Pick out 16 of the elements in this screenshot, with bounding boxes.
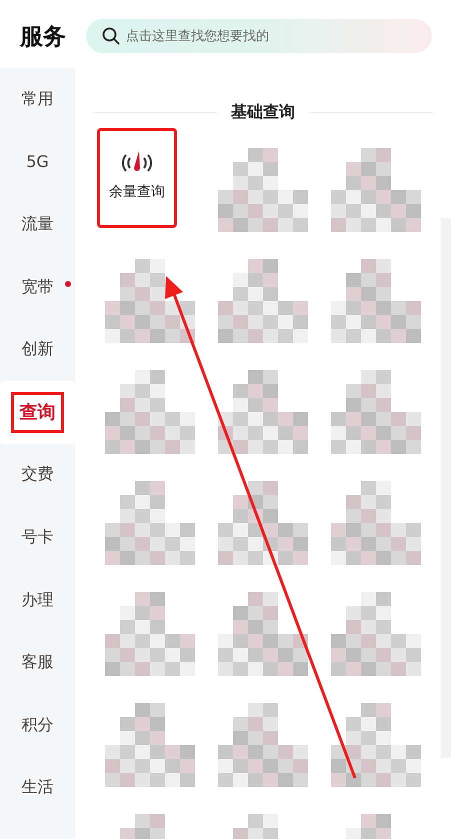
sidebar-item[interactable]: 查询 — [0, 380, 75, 444]
sidebar-item[interactable]: 办理 — [0, 568, 75, 632]
page-title: 服务 — [20, 22, 66, 52]
sidebar-item[interactable]: 生活 — [0, 756, 75, 820]
sidebar-item[interactable]: 常用 — [0, 68, 75, 131]
sidebar-item[interactable]: 交费 — [0, 444, 75, 506]
sidebar-item[interactable]: 宽带 — [0, 256, 75, 318]
sidebar-item[interactable]: 流量 — [0, 193, 75, 256]
sidebar-item[interactable]: 积分 — [0, 694, 75, 757]
service-tile[interactable]: 余量查询 — [97, 128, 177, 228]
section-title: 基础查询 — [231, 102, 295, 122]
search-field[interactable]: 点击这里查找您想要找的 — [86, 19, 432, 53]
sidebar-item[interactable]: 创新 — [0, 318, 75, 381]
sidebar-item[interactable]: 客服 — [0, 631, 75, 694]
sidebar-item[interactable]: 号卡 — [0, 506, 75, 569]
sidebar-item[interactable]: 5G — [0, 130, 75, 194]
